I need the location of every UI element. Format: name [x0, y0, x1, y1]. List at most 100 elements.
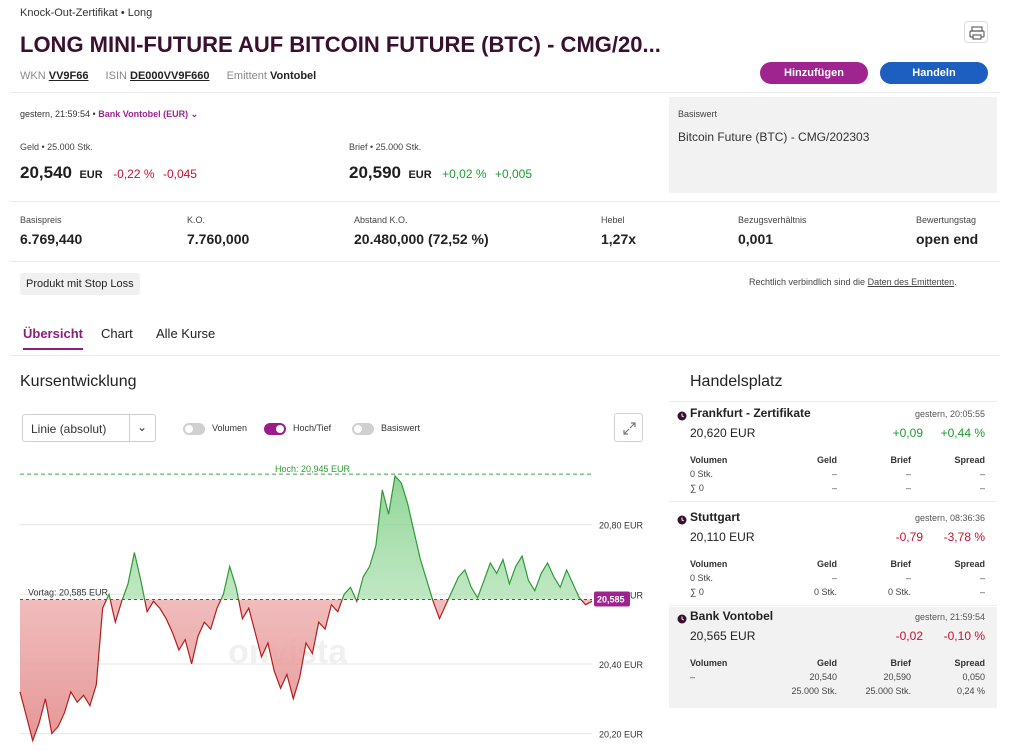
venue-card[interactable]: Frankfurt - Zertifikate gestern, 20:05:55… [669, 404, 997, 500]
data-point [502, 559, 503, 560]
data-point [242, 618, 243, 619]
basispreis-label: Basispreis [20, 215, 62, 225]
data-point [445, 604, 446, 605]
data-point [248, 608, 249, 609]
venue-col-header: Volumen [690, 559, 728, 569]
ask-pct: +0,02 % [442, 167, 487, 181]
data-point [433, 601, 434, 602]
venue-card[interactable]: Stuttgart gestern, 08:36:36 20,110 EUR -0,7… [669, 508, 997, 604]
venue-cell: 25.000 Stk. [791, 686, 837, 696]
volume-toggle[interactable] [183, 423, 205, 435]
tab-chart[interactable]: Chart [101, 326, 133, 341]
venue-col-header: Spread [954, 658, 985, 668]
y-tick-label: 20,40 EUR [599, 660, 644, 670]
legal-suffix: . [954, 277, 957, 287]
data-point [541, 573, 542, 574]
ask-label: Brief • 25.000 Stk. [349, 142, 422, 152]
area-below-previous [20, 599, 592, 741]
data-point [58, 726, 59, 727]
venue-cell: – [905, 469, 911, 479]
venue-cell: – [979, 587, 985, 597]
data-point [147, 611, 148, 612]
data-point [407, 503, 408, 504]
venue-cell: 0 Stk. [690, 573, 714, 583]
data-point [312, 653, 313, 654]
hebel-value: 1,27x [601, 231, 637, 247]
data-point [70, 691, 71, 692]
venue-change-pct: -0,10 % [943, 629, 985, 643]
volume-toggle-label: Volumen [212, 423, 248, 433]
isin-link[interactable]: DE000VV9F660 [130, 70, 210, 82]
venue-cell: – [979, 483, 985, 493]
data-point [83, 695, 84, 696]
ask-quote: 20,590 EUR +0,02 % +0,005 [349, 163, 532, 183]
ko-value: 7.760,000 [187, 231, 250, 247]
expand-icon [623, 422, 636, 435]
high-low-toggle[interactable] [264, 423, 286, 435]
venue-name[interactable]: Stuttgart [690, 510, 740, 524]
venue-name[interactable]: Frankfurt - Zertifikate [690, 406, 811, 420]
data-point [89, 705, 90, 706]
data-point [477, 597, 478, 598]
data-point [325, 629, 326, 630]
data-point [26, 716, 27, 717]
data-point [299, 677, 300, 678]
data-point [439, 618, 440, 619]
clock-icon [677, 408, 687, 421]
bid-value: 20,540 [20, 163, 72, 182]
underlying-toggle[interactable] [352, 423, 374, 435]
venue-col-header: Geld [816, 455, 837, 465]
venue-card[interactable]: Bank Vontobel gestern, 21:59:54 20,565 EUR… [669, 607, 997, 708]
clock-icon [677, 512, 687, 525]
print-button[interactable] [964, 21, 988, 43]
data-point [579, 597, 580, 598]
data-point [388, 514, 389, 515]
underlying-value: Bitcoin Future (BTC) - CMG/202303 [678, 130, 870, 144]
issuer-data-link[interactable]: Daten des Emittenten [868, 277, 955, 287]
y-tick-label: 20,20 EUR [599, 730, 644, 740]
bid-label: Geld • 25.000 Stk. [20, 142, 93, 152]
price-chart[interactable]: 20,80 EUR20,60 EUR20,40 EUR20,20 EURonvi… [0, 455, 660, 751]
data-point [528, 580, 529, 581]
venue-cell: 20,540 [809, 672, 837, 682]
tab-alle-kurse[interactable]: Alle Kurse [156, 326, 215, 341]
add-button[interactable]: Hinzufügen [760, 62, 868, 84]
wkn-link[interactable]: VV9F66 [49, 70, 89, 82]
data-point [483, 580, 484, 581]
data-point [140, 580, 141, 581]
data-point [121, 601, 122, 602]
data-point [509, 583, 510, 584]
chart-type-select[interactable]: Linie (absolut) ⌄ [22, 414, 156, 442]
venue-col-header: Geld [816, 658, 837, 668]
data-point [216, 608, 217, 609]
data-point [280, 688, 281, 689]
venue-col-header: Spread [954, 559, 985, 569]
quote-meta: gestern, 21:59:54 • Bank Vontobel (EUR) … [20, 109, 198, 120]
data-point [159, 608, 160, 609]
data-point [566, 569, 567, 570]
venue-cell: 0 Stk. [887, 587, 911, 597]
data-point [267, 642, 268, 643]
venue-change: -0,79 [895, 530, 923, 544]
data-point [382, 489, 383, 490]
venue-cell: – [905, 573, 911, 583]
trade-button[interactable]: Handeln [880, 62, 988, 84]
venue-price: 20,110 EUR [690, 530, 755, 544]
venue-cell: ∑ 0 [690, 587, 704, 597]
exchange-selector[interactable]: Bank Vontobel (EUR) ⌄ [98, 109, 198, 119]
data-point [490, 562, 491, 563]
previous-close-label: Vortag: 20,585 EUR [28, 588, 109, 598]
venue-cell: 0,24 % [956, 686, 985, 696]
data-point [261, 656, 262, 657]
tab-uebersicht[interactable]: Übersicht [23, 326, 83, 341]
expand-chart-button[interactable] [614, 413, 643, 442]
data-point [471, 587, 472, 588]
underlying-label: Basiswert [678, 109, 718, 119]
venue-name[interactable]: Bank Vontobel [690, 609, 773, 623]
bid-pct: -0,22 % [113, 167, 155, 181]
wkn-label: WKN [20, 70, 46, 82]
data-point [64, 712, 65, 713]
data-point [356, 601, 357, 602]
underlying-box[interactable]: Basiswert Bitcoin Future (BTC) - CMG/202… [669, 97, 997, 193]
high-label: Hoch: 20,945 EUR [275, 464, 351, 474]
